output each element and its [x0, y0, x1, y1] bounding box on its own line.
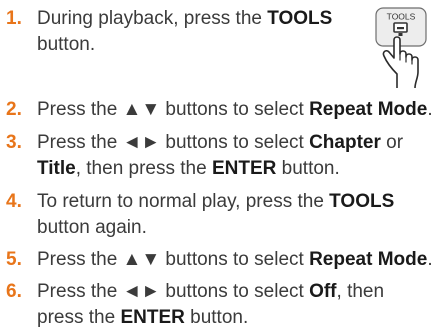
step-number: 5. — [6, 249, 22, 270]
step-text: Press the ▲▼ buttons to select Repeat Mo… — [37, 97, 437, 123]
step-text: Press the ◄► buttons to select Chapter o… — [37, 130, 437, 182]
title-emphasis: Title — [37, 158, 76, 179]
step-line: press the ENTER button. — [37, 307, 249, 328]
step-line: Press the ▲▼ buttons to select Repeat Mo… — [37, 99, 433, 120]
step-text: Press the ▲▼ buttons to select Repeat Mo… — [37, 247, 437, 273]
repeat-mode-emphasis: Repeat Mode — [309, 99, 428, 120]
repeat-mode-emphasis: Repeat Mode — [309, 249, 428, 270]
step-line: Press the ▲▼ buttons to select Repeat Mo… — [37, 249, 433, 270]
off-emphasis: Off — [309, 281, 337, 302]
step-number: 1. — [6, 8, 22, 29]
step-line: Press the ◄► buttons to select Off, then — [37, 281, 385, 302]
hand-pressing-tools-button-icon: TOOLS — [366, 2, 444, 89]
step-number: 3. — [6, 132, 22, 153]
step-text: To return to normal play, press the TOOL… — [37, 189, 437, 241]
step-line: Press the ◄► buttons to select Chapter o… — [37, 132, 404, 153]
tools-emphasis: TOOLS — [329, 191, 395, 212]
tools-button-label: TOOLS — [387, 12, 416, 22]
enter-emphasis: ENTER — [120, 307, 185, 328]
step-number: 4. — [6, 191, 22, 212]
step-number: 6. — [6, 281, 22, 302]
step-text: Press the ◄► buttons to select Off, then… — [37, 279, 437, 331]
tools-emphasis: TOOLS — [267, 8, 333, 29]
step-line: To return to normal play, press the TOOL… — [37, 191, 395, 212]
enter-emphasis: ENTER — [211, 158, 277, 179]
step-line: button again. — [37, 217, 147, 238]
chapter-emphasis: Chapter — [309, 132, 381, 153]
step-number: 2. — [6, 99, 22, 120]
step-line: Title, then press the ENTER button. — [37, 158, 340, 179]
